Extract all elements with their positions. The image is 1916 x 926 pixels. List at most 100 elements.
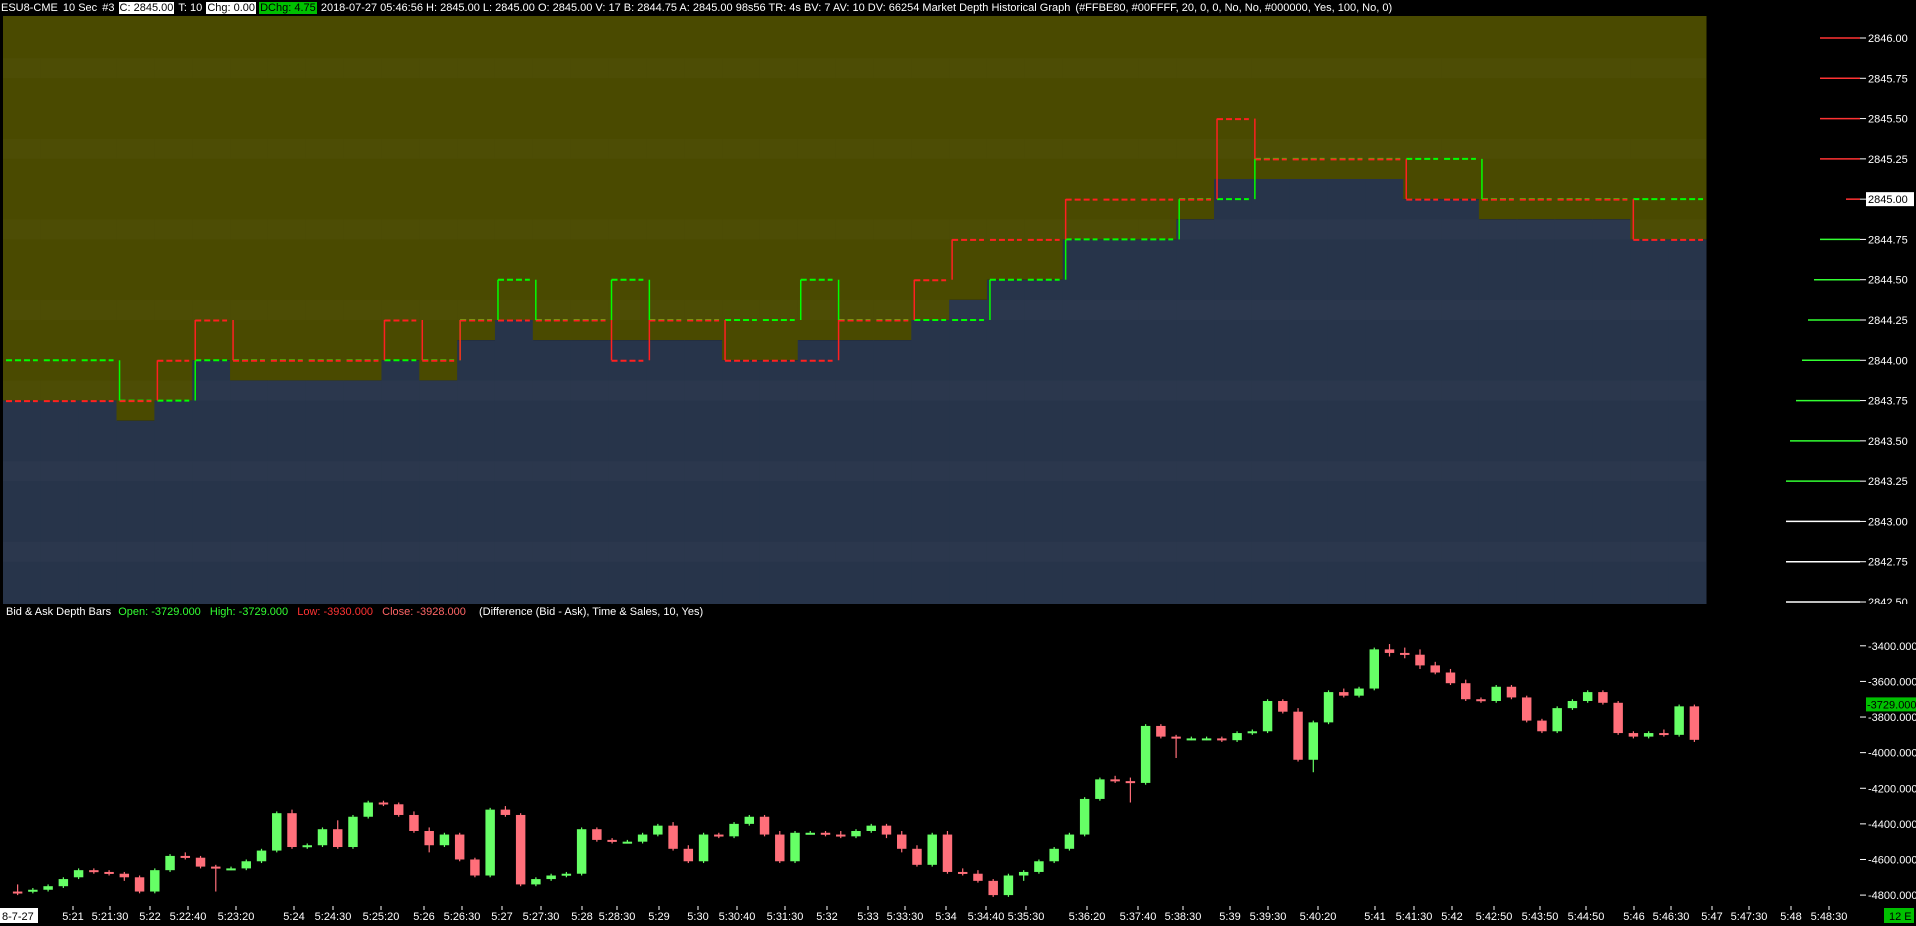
- candle-body: [912, 848, 922, 865]
- candle-body: [393, 804, 404, 815]
- time-tick-label: 5:24: [283, 911, 304, 923]
- candle-body: [637, 834, 648, 842]
- candle-body: [1125, 781, 1136, 784]
- time-tick-label: 5:29: [648, 911, 669, 923]
- candle-body: [1643, 733, 1654, 737]
- time-tick-label: 5:43:50: [1522, 911, 1559, 923]
- candle-body: [576, 829, 587, 874]
- market-depth-chart[interactable]: 2846.00 2845.75 2845.50 2845.25 2845.00 2844.…: [0, 16, 1916, 604]
- time-tick-label: 5:33:30: [887, 911, 924, 923]
- date-label: 8-7-27: [2, 911, 34, 923]
- candle-body: [653, 825, 663, 835]
- bid-depth-cell: [343, 380, 382, 604]
- time-tick-label: 5:47:30: [1731, 911, 1768, 923]
- candle-body: [333, 829, 343, 848]
- candle-body: [363, 802, 373, 817]
- candle-body: [1521, 697, 1532, 721]
- candle-body: [1476, 699, 1486, 702]
- candle-body: [439, 834, 450, 846]
- candle-body: [226, 868, 236, 871]
- candle-body: [150, 870, 160, 892]
- ask-depth-cell: [1138, 16, 1177, 240]
- candle-body: [454, 834, 465, 860]
- candle-body: [1201, 738, 1212, 741]
- candle-body: [729, 823, 739, 837]
- candle-body: [1293, 711, 1303, 760]
- time-tick-label: 5:39: [1219, 911, 1240, 923]
- candle-body: [836, 834, 846, 837]
- price-tick-label: 2845.75: [1868, 73, 1908, 85]
- candle-body: [1628, 733, 1639, 737]
- price-tick-label: 2843.00: [1868, 516, 1908, 528]
- candle-body: [820, 832, 831, 835]
- time-tick-label: 5:44:50: [1568, 911, 1605, 923]
- candle-body: [714, 834, 724, 837]
- candle-body: [1506, 686, 1517, 698]
- price-axis[interactable]: 2846.00 2845.75 2845.50 2845.25 2845.00 2844.…: [1786, 33, 1914, 604]
- candle-body: [1445, 672, 1456, 684]
- ask-depth-cell: [1630, 16, 1669, 240]
- time-tick-label: 5:48:30: [1811, 911, 1848, 923]
- time-tick-label: 5:30:40: [719, 911, 756, 923]
- candle-body: [622, 841, 633, 844]
- time-tick-label: 5:25:20: [363, 911, 400, 923]
- time-tick-label: 5:26:30: [444, 911, 481, 923]
- candle-body: [1537, 720, 1547, 732]
- candle-body: [744, 816, 755, 824]
- candle-body: [43, 886, 53, 890]
- candle-body: [1095, 779, 1105, 799]
- candle-body: [866, 825, 876, 831]
- candle-body: [1567, 701, 1578, 709]
- candlestick-series: [12, 644, 1700, 897]
- depth-level-band: [3, 300, 1706, 320]
- time-tick-label: 5:33: [857, 911, 878, 923]
- depth-level-band: [3, 542, 1706, 562]
- candle-body: [470, 859, 480, 876]
- time-tick-label: 5:28: [571, 911, 592, 923]
- candle-body: [957, 871, 968, 874]
- candle-body: [927, 834, 937, 865]
- time-axis[interactable]: 8-7-27 5:21 5:21:30 5:22 5:22:40 5:23:20 5:24 5…: [0, 906, 1916, 926]
- depth-bars-chart[interactable]: -3400.000 -3600.000 -3800.000 -4000.000 -420…: [0, 620, 1916, 906]
- candle-body: [790, 832, 800, 862]
- candle-body: [1018, 871, 1029, 876]
- candle-body: [348, 816, 358, 848]
- time-tick-label: 5:38:30: [1165, 911, 1202, 923]
- price-tick-label: 2842.50: [1868, 597, 1908, 604]
- candle-body: [1262, 701, 1273, 732]
- time-tick-label: 5:23:20: [218, 911, 255, 923]
- candle-body: [1415, 654, 1425, 666]
- study-low: Low: -3930.000: [297, 606, 374, 618]
- candle-body: [119, 873, 130, 878]
- study-params-text: (#FFBE80, #00FFFF, 20, 0, 0, No, No, #00…: [1075, 2, 1393, 14]
- study-tick-label: -3600.000: [1868, 676, 1916, 688]
- change-label: Chg: 0.00: [206, 2, 257, 14]
- depth-heatmap: [3, 16, 1707, 604]
- candle-body: [1110, 779, 1120, 782]
- candle-body: [1659, 733, 1669, 736]
- time-tick-label: 5:34: [935, 911, 956, 923]
- time-tick-label: 5:28:30: [599, 911, 636, 923]
- time-tick-label: 5:22:40: [170, 911, 207, 923]
- candle-body: [1369, 649, 1379, 689]
- time-tick-label: 5:47: [1701, 911, 1722, 923]
- study-close: Close: -3928.000: [382, 606, 466, 618]
- candle-body: [683, 848, 694, 862]
- candle-body: [58, 879, 69, 887]
- candle-body: [287, 813, 297, 848]
- study-name: Bid & Ask Depth Bars: [6, 606, 112, 618]
- candle-body: [272, 813, 282, 851]
- depth-level-band: [3, 139, 1706, 159]
- study-high: High: -3729.000: [209, 606, 289, 618]
- candle-body: [409, 814, 419, 831]
- candle-body: [134, 877, 145, 892]
- study-params: (Difference (Bid - Ask), Time & Sales, 1…: [478, 606, 704, 618]
- candle-body: [1247, 731, 1258, 734]
- ask-depth-cell: [1100, 16, 1139, 240]
- study-tick-label: -4600.000: [1868, 854, 1916, 866]
- candle-body: [607, 839, 617, 842]
- study-value-axis[interactable]: -3400.000 -3600.000 -3800.000 -4000.000 -420…: [1860, 641, 1916, 902]
- price-tick-label: 2844.25: [1868, 315, 1908, 327]
- candle-body: [89, 870, 99, 873]
- candle-body: [1156, 725, 1166, 737]
